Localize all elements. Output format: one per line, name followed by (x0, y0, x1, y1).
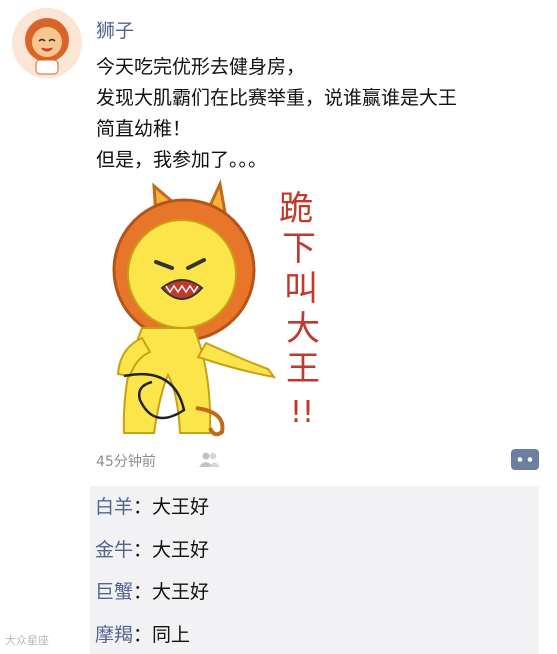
sticker-text: 叫 (284, 269, 318, 309)
post-line: 发现大肌霸们在比赛举重，说谁赢谁是大王 (96, 87, 458, 109)
comment-item: 摩羯：同上 (95, 624, 191, 646)
friends-icon (198, 451, 220, 467)
comment-text: 大王好 (152, 581, 210, 603)
comment-icon (517, 457, 533, 462)
sticker-text: 跪 (279, 189, 313, 229)
post-text: 今天吃完优形去健身房， 发现大肌霸们在比赛举重，说谁赢谁是大王 简直幼稚！ 但是… (96, 52, 457, 176)
post-line: 简直幼稚！ (96, 118, 192, 140)
comments-section: 白羊：大王好 金牛：大王好 巨蟹：大王好 摩羯：同上 (90, 486, 539, 654)
comment-item: 白羊：大王好 (95, 496, 210, 518)
comment-item: 金牛：大王好 (95, 539, 210, 561)
post-sticker-image[interactable]: 跪 下 叫 大 王 !! (96, 178, 352, 448)
post-timestamp: 45分钟前 (96, 454, 156, 470)
sticker-text: 王 (286, 349, 320, 389)
comment-item: 巨蟹：大王好 (95, 581, 210, 603)
watermark: 大众星座 (5, 634, 49, 647)
angry-lion-sticker: 跪 下 叫 大 王 !! (112, 179, 320, 437)
avatar[interactable] (12, 8, 82, 78)
post-line: 但是，我参加了。。。 (96, 149, 268, 171)
comment-author[interactable]: 摩羯 (95, 624, 133, 646)
comment-text: 大王好 (152, 539, 210, 561)
lion-avatar-icon (12, 8, 82, 78)
comment-author[interactable]: 金牛 (95, 539, 133, 561)
post-username[interactable]: 狮子 (96, 16, 134, 43)
sticker-text: 大 (286, 309, 320, 349)
comment-text: 同上 (152, 624, 191, 646)
comment-button[interactable] (511, 449, 539, 470)
comment-text: 大王好 (152, 496, 210, 518)
comment-author[interactable]: 白羊 (95, 496, 133, 518)
sticker-text: 下 (282, 229, 316, 269)
comment-author[interactable]: 巨蟹 (95, 581, 133, 603)
sticker-text: !! (290, 395, 314, 430)
post-line: 今天吃完优形去健身房， (96, 56, 306, 78)
